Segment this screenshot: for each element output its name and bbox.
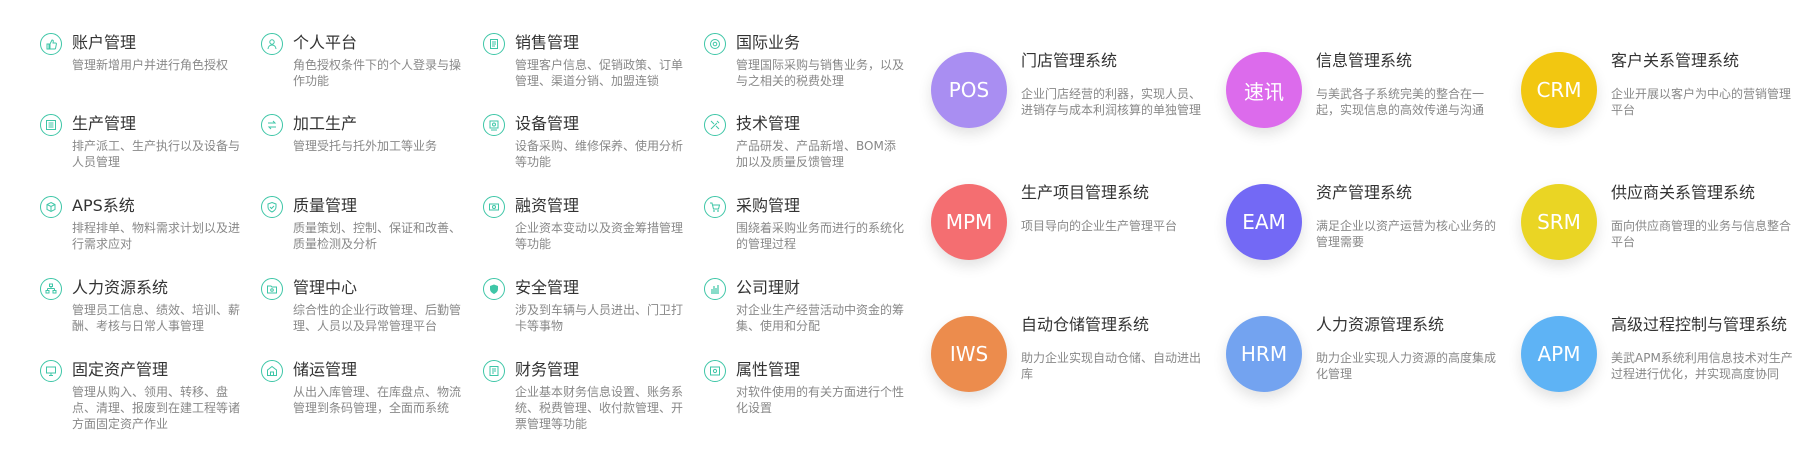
thumbs-up-icon: [40, 33, 62, 55]
feature-title: APS系统: [72, 196, 135, 215]
system-description: 企业开展以客户为中心的营销管理平台: [1611, 87, 1792, 117]
system-title: 信息管理系统: [1316, 51, 1413, 70]
system-badge: POS: [931, 52, 1007, 128]
feature-title: 设备管理: [515, 114, 580, 133]
feature-title: 融资管理: [515, 196, 580, 215]
feature-description: 从出入库管理、在库盘点、物流管理到条码管理，全面而系统: [293, 385, 462, 415]
system-description: 美武APM系统利用信息技术对生产过程进行优化，并实现高度协同: [1611, 351, 1793, 381]
system-description: 面向供应商管理的业务与信息整合平台: [1611, 219, 1792, 249]
system-description: 满足企业以资产运营为核心业务的管理需要: [1316, 219, 1497, 249]
shield-check-icon: [261, 196, 283, 218]
feature-title: 固定资产管理: [72, 360, 169, 379]
system-description: 助力企业实现人力资源的高度集成化管理: [1316, 351, 1497, 381]
system-badge: APM: [1521, 316, 1597, 392]
feature-title: 销售管理: [515, 33, 580, 52]
bar-chart-icon: [704, 278, 726, 300]
settings-window-icon: [704, 360, 726, 382]
device-icon: [483, 114, 505, 136]
feature-title: 质量管理: [293, 196, 358, 215]
feature-description: 综合性的企业行政管理、后勤管理、人员以及异常管理平台: [293, 303, 462, 333]
feature-title: 财务管理: [515, 360, 580, 379]
money-icon: [483, 196, 505, 218]
system-badge: MPM: [931, 184, 1007, 260]
feature-description: 涉及到车辆与人员进出、门卫打卡等事物: [515, 303, 684, 333]
feature-description: 围绕着采购业务而进行的系统化的管理过程: [736, 221, 905, 251]
system-title: 人力资源管理系统: [1316, 315, 1445, 334]
system-badge: HRM: [1226, 316, 1302, 392]
feature-title: 管理中心: [293, 278, 358, 297]
feature-description: 管理从购入、领用、转移、盘点、清理、报废到在建工程等诸方面固定资产作业: [72, 385, 241, 431]
org-chart-icon: [40, 278, 62, 300]
feature-description: 质量策划、控制、保证和改善、质量检测及分析: [293, 221, 462, 251]
globe-icon: [704, 33, 726, 55]
folder-settings-icon: [261, 278, 283, 300]
cube-icon: [40, 196, 62, 218]
list-icon: [40, 114, 62, 136]
feature-title: 安全管理: [515, 278, 580, 297]
system-description: 助力企业实现自动仓储、自动进出库: [1021, 351, 1202, 381]
feature-title: 采购管理: [736, 196, 801, 215]
user-icon: [261, 33, 283, 55]
system-title: 生产项目管理系统: [1021, 183, 1150, 202]
feature-description: 产品研发、产品新增、BOM添加以及质量反馈管理: [736, 139, 896, 169]
feature-description: 管理新增用户并进行角色授权: [72, 58, 229, 72]
system-badge: 速讯: [1226, 52, 1302, 128]
document-icon: [483, 33, 505, 55]
feature-title: 公司理财: [736, 278, 801, 297]
system-title: 门店管理系统: [1021, 51, 1118, 70]
cart-icon: [704, 196, 726, 218]
feature-description: 排产派工、生产执行以及设备与人员管理: [72, 139, 241, 169]
feature-description: 管理客户信息、促销政策、订单管理、渠道分销、加盟连锁: [515, 58, 684, 88]
feature-title: 账户管理: [72, 33, 137, 52]
feature-description: 设备采购、维修保养、使用分析等功能: [515, 139, 684, 169]
feature-description: 管理受托与托外加工等业务: [293, 139, 438, 153]
warehouse-icon: [261, 360, 283, 382]
feature-description: 对企业生产经营活动中资金的筹集、使用和分配: [736, 303, 905, 333]
feature-title: 储运管理: [293, 360, 358, 379]
feature-title: 个人平台: [293, 33, 358, 52]
system-description: 企业门店经营的利器，实现人员、进销存与成本利润核算的单独管理: [1021, 87, 1202, 117]
feature-title: 属性管理: [736, 360, 801, 379]
system-description: 项目导向的企业生产管理平台: [1021, 219, 1178, 233]
system-title: 高级过程控制与管理系统: [1611, 315, 1788, 334]
feature-description: 排程排单、物料需求计划以及进行需求应对: [72, 221, 241, 251]
feature-title: 人力资源系统: [72, 278, 169, 297]
feature-description: 管理国际采购与销售业务，以及与之相关的税费处理: [736, 58, 905, 88]
feature-description: 企业资本变动以及资金筹措管理等功能: [515, 221, 684, 251]
finance-icon: [483, 360, 505, 382]
system-description: 与美武各子系统完美的整合在一起，实现信息的高效传递与沟通: [1316, 87, 1485, 117]
system-title: 供应商关系管理系统: [1611, 183, 1756, 202]
feature-description: 管理员工信息、绩效、培训、薪酬、考核与日常人事管理: [72, 303, 241, 333]
system-title: 资产管理系统: [1316, 183, 1413, 202]
shield-icon: [483, 278, 505, 300]
feature-title: 国际业务: [736, 33, 801, 52]
system-badge: EAM: [1226, 184, 1302, 260]
feature-title: 加工生产: [293, 114, 358, 133]
system-badge: CRM: [1521, 52, 1597, 128]
feature-description: 对软件使用的有关方面进行个性化设置: [736, 385, 905, 415]
system-title: 自动仓储管理系统: [1021, 315, 1150, 334]
system-badge: SRM: [1521, 184, 1597, 260]
feature-title: 生产管理: [72, 114, 137, 133]
monitor-icon: [40, 360, 62, 382]
feature-title: 技术管理: [736, 114, 801, 133]
feature-description: 企业基本财务信息设置、账务系统、税费管理、收付款管理、开票管理等功能: [515, 385, 684, 431]
system-badge: IWS: [931, 316, 1007, 392]
system-title: 客户关系管理系统: [1611, 51, 1740, 70]
exchange-icon: [261, 114, 283, 136]
tools-icon: [704, 114, 726, 136]
feature-description: 角色授权条件下的个人登录与操作功能: [293, 58, 462, 88]
